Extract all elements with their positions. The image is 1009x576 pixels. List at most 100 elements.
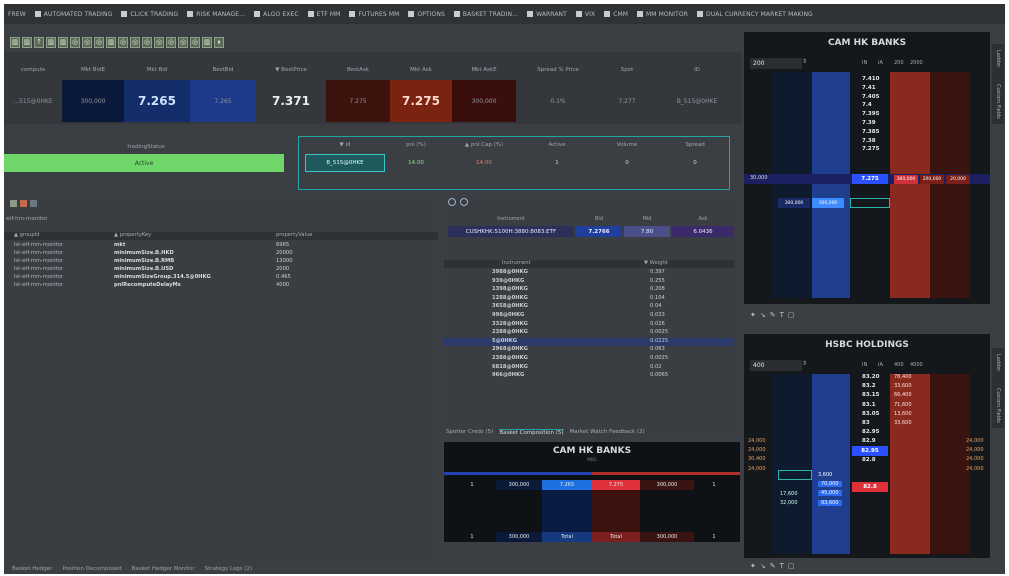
- ladder-header[interactable]: 400: [894, 362, 904, 368]
- spin-icon[interactable]: ⇕: [802, 360, 807, 367]
- chart-icon[interactable]: ▥: [46, 36, 56, 48]
- ladder-header[interactable]: 200: [894, 60, 904, 66]
- ladder-ask-size[interactable]: 33,600: [894, 420, 912, 426]
- table-row[interactable]: 3328@0HKG 0.026: [444, 321, 734, 329]
- ladder-selection-box[interactable]: [778, 470, 812, 480]
- target-icon[interactable]: ◎: [166, 36, 176, 48]
- edit-icon[interactable]: ↘: [760, 311, 766, 319]
- table-row[interactable]: 939@0HKG 0.255: [444, 278, 734, 286]
- basket-cell[interactable]: 0: [595, 154, 659, 172]
- ladder-price[interactable]: 7.275: [862, 146, 879, 152]
- table-row[interactable]: hk-etf-mm-monitor minimumSize.B.HKD 20000: [4, 250, 438, 258]
- quote-cell[interactable]: ...515@0HKE: [4, 80, 62, 122]
- table-row[interactable]: 6818@0HKG 0.02: [444, 364, 734, 372]
- mini-ladder-cell[interactable]: 1: [448, 532, 496, 542]
- menu-item[interactable]: DUAL CURRENCY MARKET MAKING: [697, 11, 813, 18]
- ladder-ask-size[interactable]: 66,400: [894, 392, 912, 398]
- ladder-price[interactable]: 7.385: [862, 129, 879, 135]
- properties-column-header[interactable]: ▲ groupId: [14, 232, 40, 238]
- menu-item[interactable]: BASKET TRADIN...: [453, 11, 518, 18]
- ladder-ask-size[interactable]: 33,600: [894, 383, 912, 389]
- filter-icon[interactable]: [30, 199, 37, 207]
- ladder-bid-size[interactable]: 45,000: [818, 490, 842, 497]
- text-icon[interactable]: T: [780, 311, 784, 319]
- ladder-ask-size[interactable]: 71,600: [894, 402, 912, 408]
- ladder-price[interactable]: 7.39: [862, 120, 876, 126]
- chart-icon[interactable]: ▥: [58, 36, 68, 48]
- side-tab-ladder1[interactable]: Ladder Custom Fields: [992, 44, 1004, 124]
- mini-ladder-cell[interactable]: Total: [592, 532, 640, 542]
- target-icon[interactable]: ◎: [82, 36, 92, 48]
- ladder-price[interactable]: 83: [862, 420, 870, 426]
- pause-icon[interactable]: ⏸: [214, 36, 224, 48]
- ladder-price[interactable]: 82.95: [862, 429, 879, 435]
- mini-ladder-cell[interactable]: 1: [448, 480, 496, 490]
- ladder-far-left[interactable]: 24,000: [748, 438, 766, 444]
- table-row[interactable]: 5@0HKG 0.0225: [444, 337, 734, 346]
- target-icon[interactable]: ◎: [154, 36, 164, 48]
- table-row[interactable]: 3658@0HKG 0.04: [444, 303, 734, 311]
- menu-item[interactable]: FREW: [8, 11, 26, 18]
- chart-icon[interactable]: ▥: [10, 36, 20, 48]
- menu-item[interactable]: MM MONITOR: [637, 11, 688, 18]
- window-icon[interactable]: ▢: [788, 311, 795, 319]
- tab-2[interactable]: Market Watch Feedback (2): [570, 429, 645, 435]
- ladder-best-price-cell[interactable]: 82.95: [852, 446, 888, 456]
- target-icon[interactable]: ◎: [70, 36, 80, 48]
- quote-cell[interactable]: 7.371: [256, 80, 326, 122]
- ladder-right-size[interactable]: 300,000: [894, 175, 918, 184]
- edit-icon[interactable]: [20, 199, 27, 207]
- pen-icon[interactable]: ✎: [770, 311, 776, 319]
- menu-item[interactable]: VIX: [575, 11, 595, 18]
- table-row[interactable]: 2388@0HKG 0.0025: [444, 355, 734, 363]
- mini-ladder-cell[interactable]: 1: [694, 532, 734, 542]
- ladder-price[interactable]: 83.05: [862, 411, 879, 417]
- table-row[interactable]: hk-etf-mm-monitor pnlRecomputeDelayMs 4000: [4, 282, 438, 290]
- menu-item[interactable]: ETF MM: [307, 11, 341, 18]
- ladder-bid-left[interactable]: 17,600: [780, 491, 798, 497]
- ladder-price[interactable]: 82.9: [862, 438, 876, 444]
- ladder-selection-box[interactable]: [850, 198, 890, 208]
- menu-item[interactable]: AUTOMATED TRADING: [34, 11, 113, 18]
- ladder-header[interactable]: 2000: [910, 60, 923, 66]
- basket-cell[interactable]: 0: [663, 154, 727, 172]
- menu-item[interactable]: CLICK TRADING: [121, 11, 178, 18]
- mini-ladder-cell[interactable]: 300,000: [496, 532, 542, 542]
- settings-icon[interactable]: ✦: [750, 562, 756, 570]
- quote-cell[interactable]: B_515@0HKE: [654, 80, 740, 122]
- spin-icon[interactable]: ⇕: [802, 58, 807, 65]
- quote-cell[interactable]: 300,000: [62, 80, 124, 122]
- window-icon[interactable]: ▢: [788, 562, 795, 570]
- menu-item[interactable]: ALGO EXEC: [254, 11, 299, 18]
- table-row[interactable]: 2968@0HKG 0.063: [444, 346, 734, 354]
- ladder-header[interactable]: IA: [878, 60, 883, 66]
- ladder-price[interactable]: 82.8: [862, 457, 876, 463]
- ladder-right-size[interactable]: 20,000: [946, 175, 970, 184]
- trading-status-value[interactable]: Active: [4, 154, 284, 172]
- quote-cell[interactable]: 7.275: [390, 80, 452, 122]
- ladder-far-right[interactable]: 24,000: [966, 447, 984, 453]
- mini-ladder-cell[interactable]: 300,000: [640, 532, 694, 542]
- basket-cell[interactable]: 1: [525, 154, 589, 172]
- target-icon[interactable]: ◎: [178, 36, 188, 48]
- ladder-best-price-cell[interactable]: 7.275: [852, 174, 888, 184]
- ladder-header[interactable]: IN: [862, 362, 867, 368]
- weight-column-header[interactable]: ▼ Weight: [644, 260, 668, 266]
- ladder-ask-best-cell[interactable]: 82.8: [852, 482, 888, 492]
- instrument-strip-cell[interactable]: CUSHKHK:5100H:3880:8083:ETF: [448, 226, 574, 237]
- ladder-price[interactable]: 83.2: [862, 383, 876, 389]
- mini-ladder-cell[interactable]: Total: [542, 532, 592, 542]
- table-row[interactable]: 3988@0HKG 0.397: [444, 269, 734, 277]
- ladder-price[interactable]: 83.20: [862, 374, 879, 380]
- properties-column-header[interactable]: ▲ propertyKey: [114, 232, 151, 238]
- ladder-bid-level[interactable]: 300,000: [812, 198, 844, 208]
- mini-ladder-cell[interactable]: 1: [694, 480, 734, 490]
- target-icon[interactable]: ◎: [130, 36, 140, 48]
- table-row[interactable]: 2388@0HKG 0.0025: [444, 329, 734, 337]
- ladder-far-right[interactable]: 24,000: [966, 438, 984, 444]
- basket-cell[interactable]: 14.00: [451, 154, 517, 172]
- instrument-column-header[interactable]: Instrument: [502, 260, 531, 266]
- chart-icon[interactable]: ▥: [202, 36, 212, 48]
- bottom-tab-2[interactable]: Basket Hedger Monitor: [132, 566, 195, 572]
- basket-cell[interactable]: B_515@0HKE: [305, 154, 385, 172]
